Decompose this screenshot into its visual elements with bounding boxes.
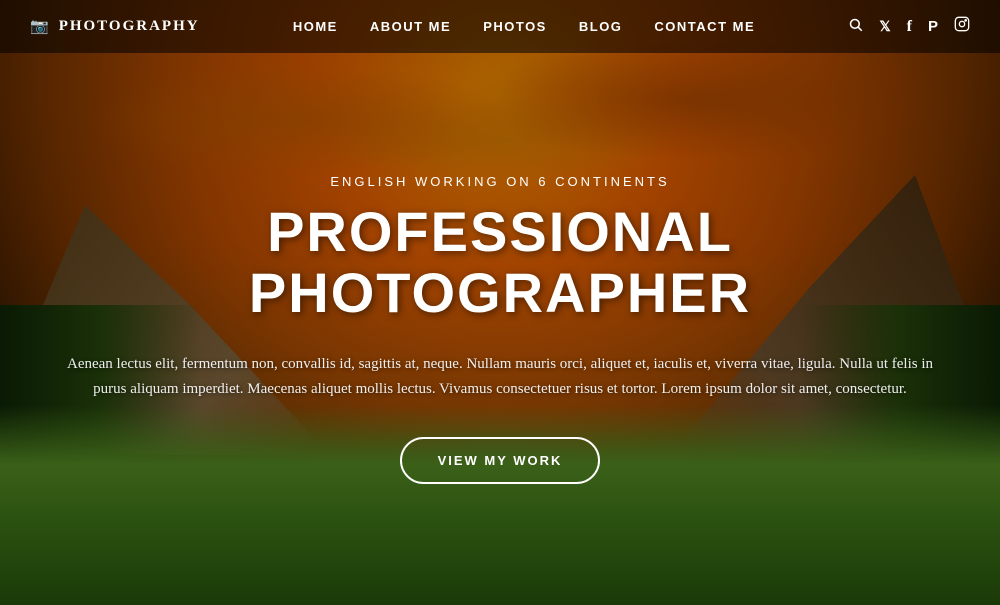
hero-description: Aenean lectus elit, fermentum non, conva… bbox=[65, 352, 935, 402]
view-work-button[interactable]: VIEW MY WORK bbox=[400, 437, 601, 484]
hero-section: 📷 PHOTOGRAPHY HOME ABOUT ME PHOTOS BLOG … bbox=[0, 0, 1000, 605]
nav-menu: HOME ABOUT ME PHOTOS BLOG CONTACT ME bbox=[293, 18, 755, 36]
hero-content: ENGLISH WORKING ON 6 CONTINENTS PROFESSI… bbox=[0, 0, 1000, 605]
nav-link-photos[interactable]: PHOTOS bbox=[483, 19, 547, 34]
nav-social-icons: 𝕏 f P bbox=[848, 16, 970, 37]
instagram-icon[interactable] bbox=[954, 16, 970, 37]
site-logo[interactable]: 📷 PHOTOGRAPHY bbox=[30, 17, 200, 36]
nav-item-photos[interactable]: PHOTOS bbox=[483, 18, 547, 36]
nav-link-contact[interactable]: CONTACT ME bbox=[654, 19, 755, 34]
nav-item-blog[interactable]: BLOG bbox=[579, 18, 623, 36]
hero-subtitle: ENGLISH WORKING ON 6 CONTINENTS bbox=[330, 174, 669, 189]
nav-link-home[interactable]: HOME bbox=[293, 19, 338, 34]
facebook-icon[interactable]: f bbox=[907, 18, 912, 36]
nav-item-about[interactable]: ABOUT ME bbox=[370, 18, 451, 36]
nav-item-home[interactable]: HOME bbox=[293, 18, 338, 36]
nav-item-contact[interactable]: CONTACT ME bbox=[654, 18, 755, 36]
search-icon[interactable] bbox=[848, 17, 863, 37]
hero-title: PROFESSIONAL PHOTOGRAPHER bbox=[60, 201, 940, 324]
camera-icon: 📷 bbox=[30, 17, 51, 36]
nav-link-about[interactable]: ABOUT ME bbox=[370, 19, 451, 34]
nav-link-blog[interactable]: BLOG bbox=[579, 19, 623, 34]
pinterest-icon[interactable]: P bbox=[928, 18, 938, 35]
twitter-icon[interactable]: 𝕏 bbox=[879, 18, 890, 35]
logo-text: PHOTOGRAPHY bbox=[59, 18, 200, 35]
main-nav: 📷 PHOTOGRAPHY HOME ABOUT ME PHOTOS BLOG … bbox=[0, 0, 1000, 53]
